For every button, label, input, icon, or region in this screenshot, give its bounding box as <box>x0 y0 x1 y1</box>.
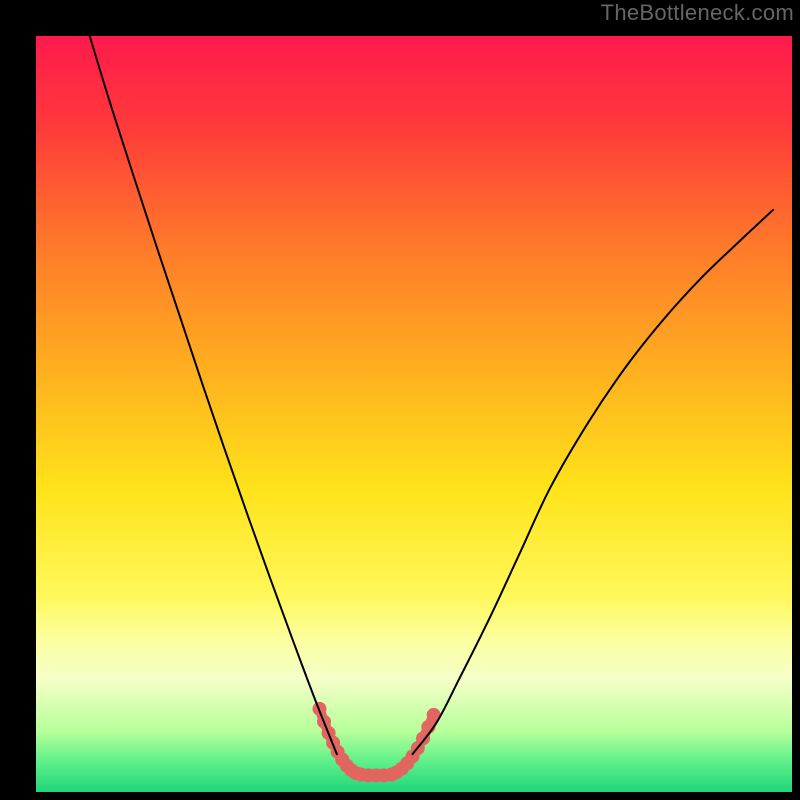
chart-frame <box>14 14 786 786</box>
chart-plot <box>36 36 792 792</box>
chart-background <box>36 36 792 792</box>
watermark-text: TheBottleneck.com <box>601 0 794 26</box>
